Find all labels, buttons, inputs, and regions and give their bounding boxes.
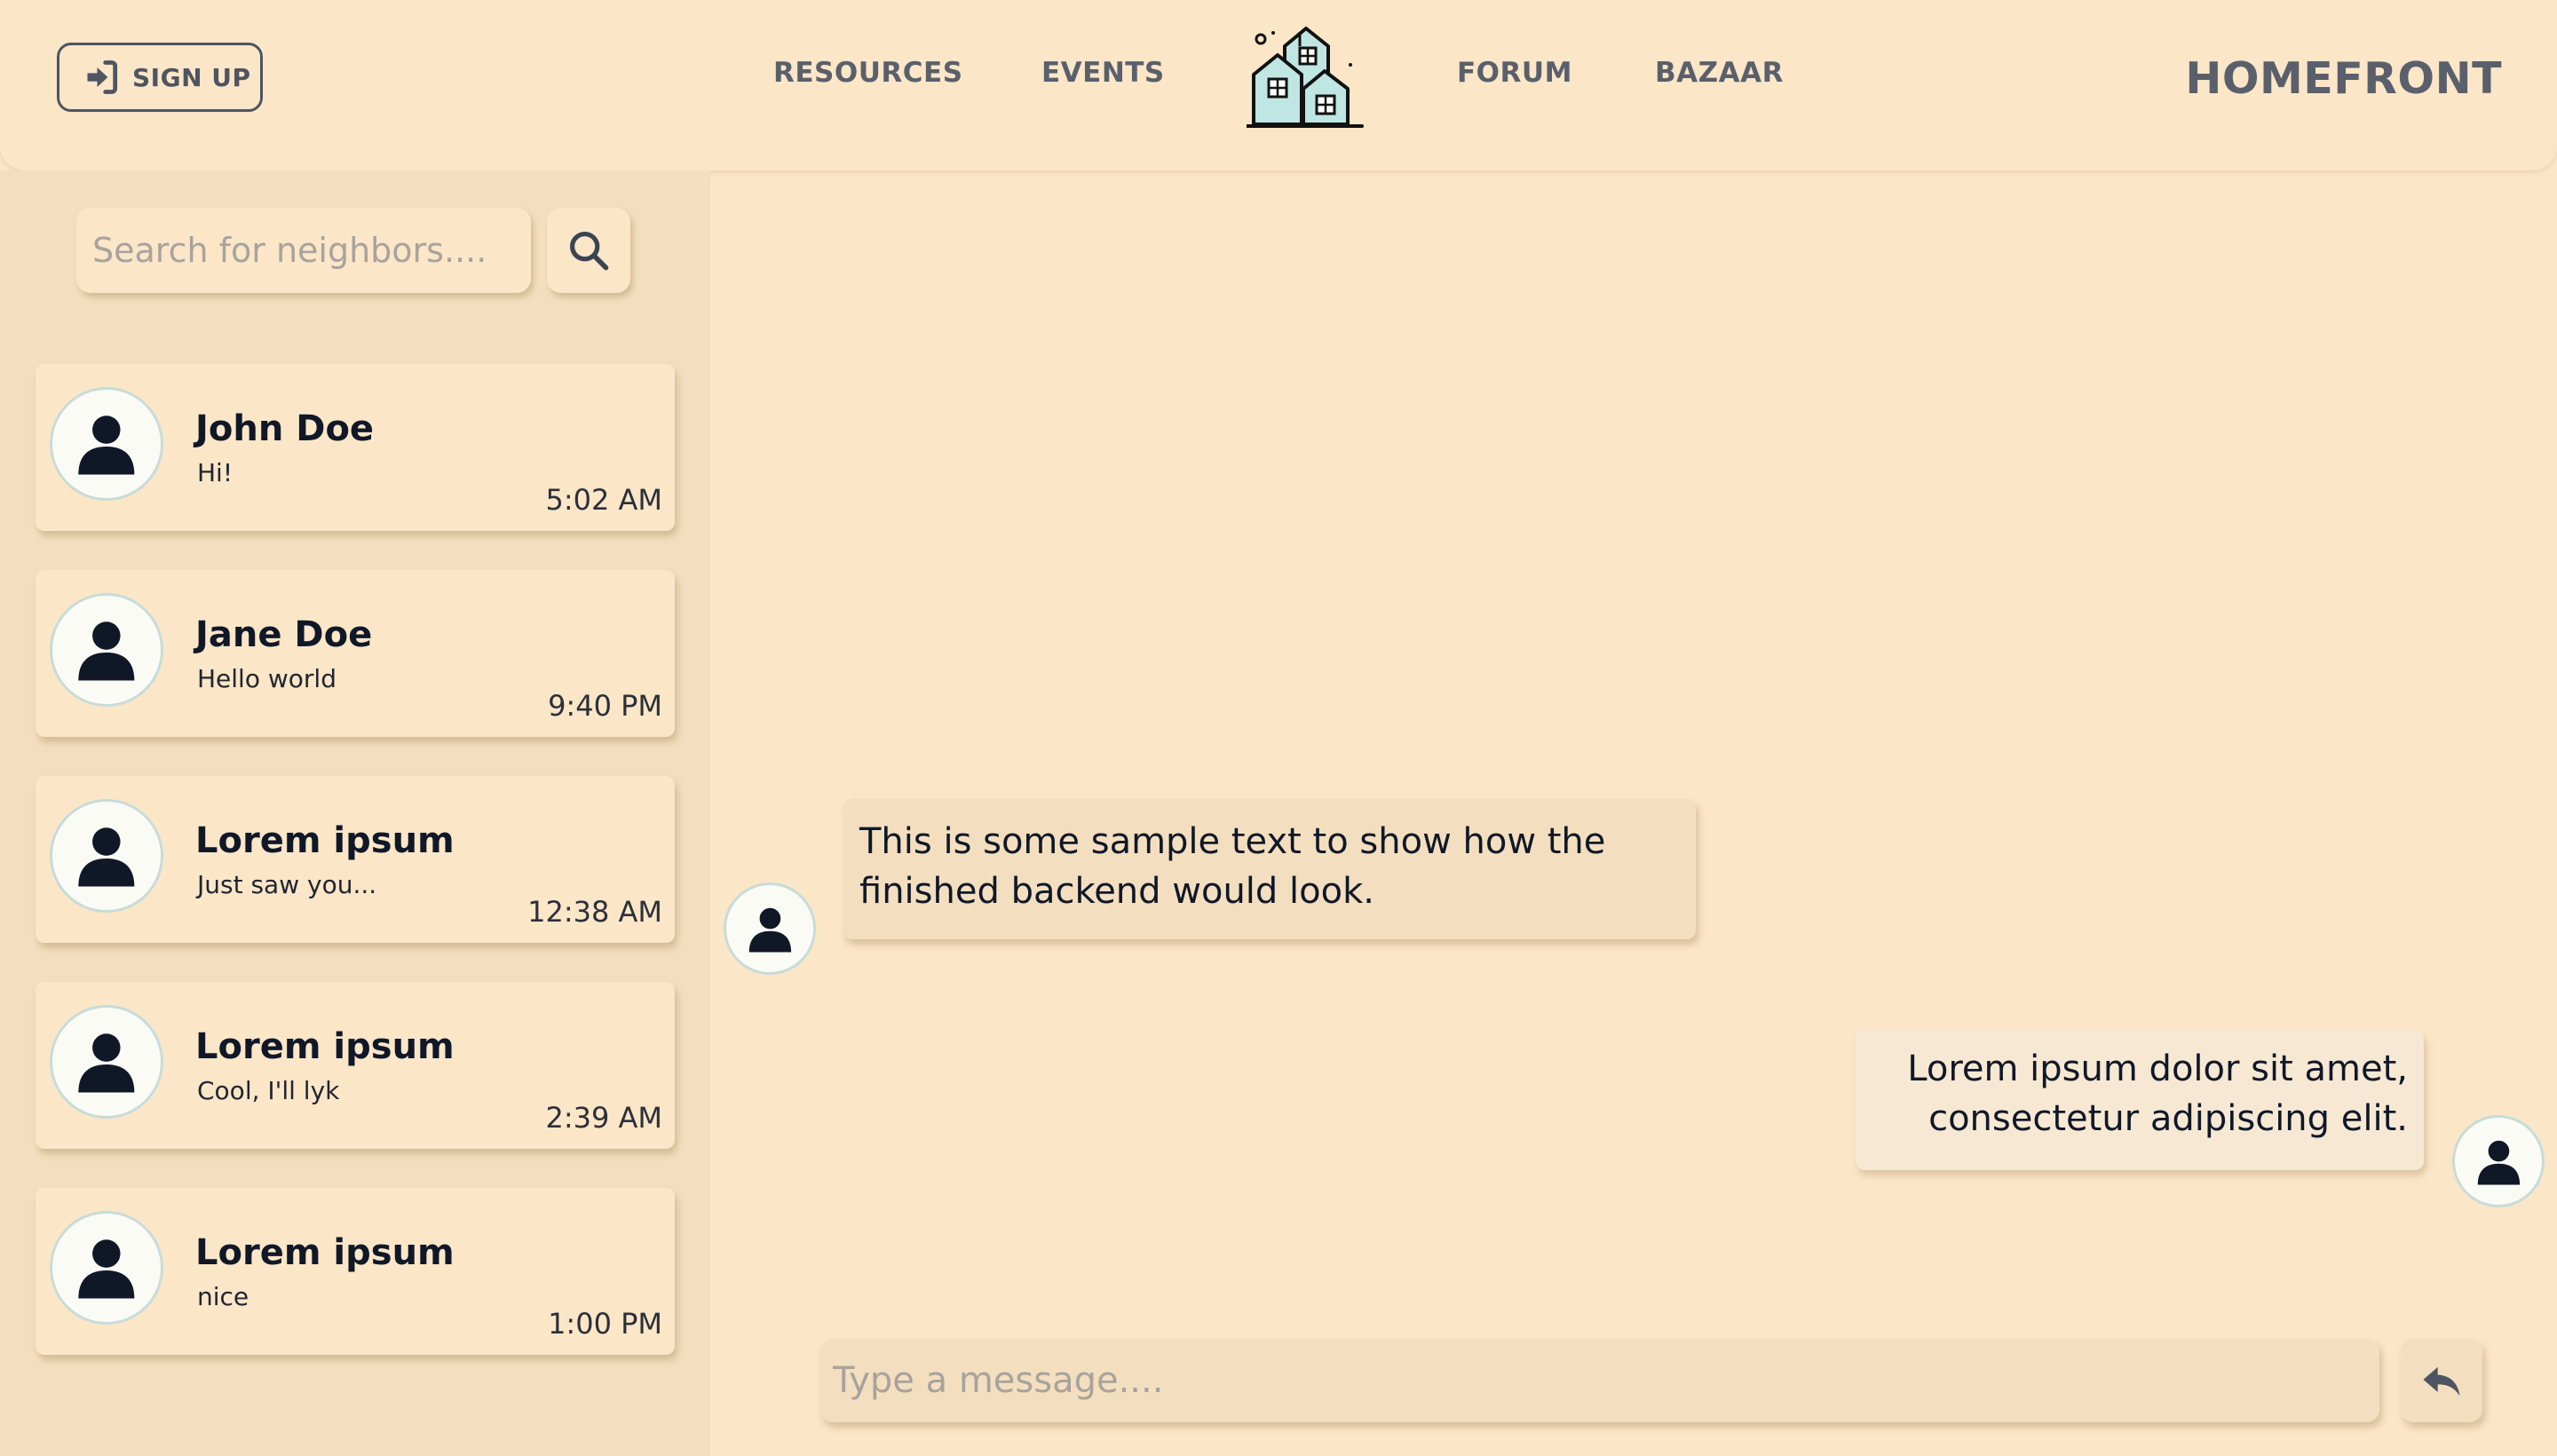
contact-last-message: Just saw you... bbox=[197, 870, 377, 899]
incoming-message-bubble: This is some sample text to show how the… bbox=[843, 799, 1696, 939]
sender-avatar bbox=[724, 882, 816, 975]
message-input[interactable] bbox=[820, 1339, 2379, 1422]
reply-arrow-icon bbox=[2423, 1366, 2460, 1397]
contact-last-message: Cool, I'll lyk bbox=[197, 1076, 340, 1105]
contacts-sidebar: John Doe Hi! 5:02 AM Jane Doe Hello worl… bbox=[0, 170, 710, 1456]
top-navbar: SIGN UP RESOURCES EVENTS FORUM BAZAAR HO… bbox=[0, 0, 2557, 170]
contact-name: Jane Doe bbox=[195, 614, 373, 655]
avatar bbox=[50, 593, 163, 707]
contact-last-message: nice bbox=[197, 1282, 249, 1311]
contact-name: John Doe bbox=[195, 408, 375, 449]
contact-name: Lorem ipsum bbox=[195, 1026, 455, 1067]
own-avatar bbox=[2452, 1115, 2545, 1207]
contact-name: Lorem ipsum bbox=[195, 820, 455, 861]
send-button[interactable] bbox=[2401, 1339, 2482, 1422]
contact-name: Lorem ipsum bbox=[195, 1232, 455, 1273]
contact-timestamp: 12:38 AM bbox=[527, 895, 662, 929]
avatar bbox=[50, 1211, 163, 1325]
search-button[interactable] bbox=[547, 208, 630, 293]
sign-in-icon bbox=[87, 60, 118, 94]
avatar bbox=[50, 799, 163, 913]
user-icon bbox=[78, 621, 135, 681]
contact-card[interactable]: John Doe Hi! 5:02 AM bbox=[36, 364, 675, 531]
contact-timestamp: 9:40 PM bbox=[548, 689, 662, 723]
contact-card[interactable]: Lorem ipsum nice 1:00 PM bbox=[36, 1188, 675, 1355]
brand-name[interactable]: HOMEFRONT bbox=[2185, 53, 2502, 104]
contact-card[interactable]: Lorem ipsum Just saw you... 12:38 AM bbox=[36, 776, 675, 943]
contact-timestamp: 2:39 AM bbox=[545, 1101, 662, 1135]
nav-forum[interactable]: FORUM bbox=[1457, 57, 1572, 89]
user-icon bbox=[78, 1033, 135, 1093]
contact-card[interactable]: Jane Doe Hello world 9:40 PM bbox=[36, 570, 675, 737]
contact-last-message: Hello world bbox=[197, 664, 336, 693]
outgoing-message-bubble: Lorem ipsum dolor sit amet, consectetur … bbox=[1856, 1030, 2424, 1170]
user-icon bbox=[78, 1239, 135, 1299]
contact-timestamp: 5:02 AM bbox=[545, 483, 662, 517]
neighbor-search-input[interactable] bbox=[76, 208, 531, 293]
nav-bazaar[interactable]: BAZAAR bbox=[1655, 57, 1784, 89]
search-icon bbox=[569, 231, 609, 271]
sign-up-label: SIGN UP bbox=[132, 62, 251, 92]
user-icon bbox=[78, 827, 135, 887]
contact-last-message: Hi! bbox=[197, 458, 234, 487]
contact-card[interactable]: Lorem ipsum Cool, I'll lyk 2:39 AM bbox=[36, 982, 675, 1149]
contact-timestamp: 1:00 PM bbox=[548, 1307, 662, 1341]
sign-up-button[interactable]: SIGN UP bbox=[57, 43, 263, 112]
avatar bbox=[50, 387, 163, 501]
user-icon bbox=[2477, 1140, 2520, 1185]
nav-resources[interactable]: RESOURCES bbox=[773, 57, 963, 89]
user-icon bbox=[748, 907, 791, 953]
nav-events[interactable]: EVENTS bbox=[1041, 57, 1165, 89]
user-icon bbox=[78, 415, 135, 475]
houses-logo-icon[interactable] bbox=[1247, 21, 1367, 133]
avatar bbox=[50, 1005, 163, 1119]
